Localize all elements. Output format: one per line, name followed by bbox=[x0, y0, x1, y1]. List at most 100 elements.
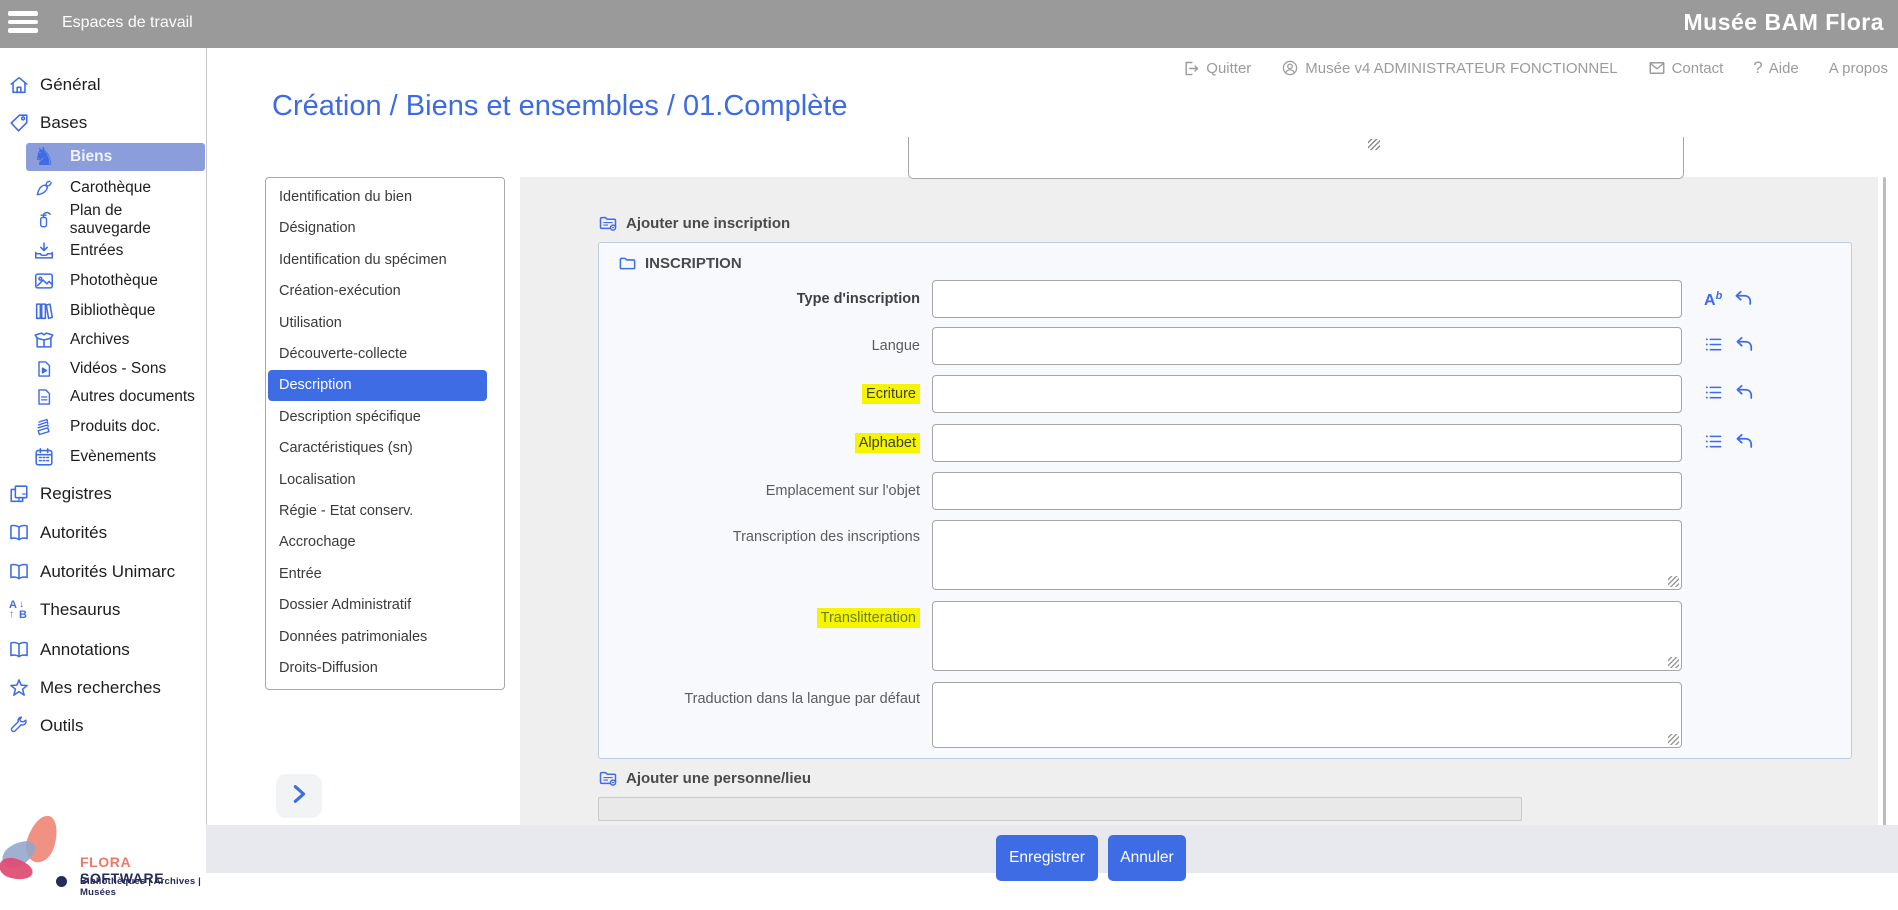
tag-icon bbox=[6, 112, 32, 134]
charcase-icon[interactable]: Ab bbox=[1704, 288, 1722, 309]
textarea-transcription-des-inscriptions[interactable] bbox=[932, 520, 1682, 590]
sidebar-item-label: Thesaurus bbox=[40, 600, 120, 620]
sidebar-item-videos-sons[interactable]: Vidéos - Sons bbox=[0, 355, 206, 383]
sidebar-item-evenements[interactable]: Evènements bbox=[0, 443, 206, 471]
carrot-icon bbox=[32, 178, 56, 198]
section-menu-item-description-specifique[interactable]: Description spécifique bbox=[268, 402, 487, 433]
add-inscription-label: Ajouter une inscription bbox=[626, 215, 790, 232]
textarea-translitteration[interactable] bbox=[932, 601, 1682, 671]
section-menu-item-regie-etat-conserv[interactable]: Régie - Etat conserv. bbox=[268, 496, 487, 527]
section-menu-item-droits-diffusion[interactable]: Droits-Diffusion bbox=[268, 653, 487, 684]
sidebar-item-autres-documents[interactable]: Autres documents bbox=[0, 383, 206, 411]
sidebar-item-label: Registres bbox=[40, 484, 112, 504]
field-label-alphabet: Alphabet bbox=[500, 433, 920, 453]
sidebar-item-archives[interactable]: Archives bbox=[0, 326, 206, 354]
list-icon[interactable] bbox=[1704, 335, 1723, 354]
section-menu-item-description[interactable]: Description bbox=[268, 370, 487, 401]
section-menu-item-dossier-administratif[interactable]: Dossier Administratif bbox=[268, 590, 487, 621]
resize-grip-icon[interactable] bbox=[1668, 576, 1679, 587]
page-title: Création / Biens et ensembles / 01.Compl… bbox=[272, 90, 847, 123]
photo-icon bbox=[32, 270, 56, 292]
section-menu-item-identification-du-bien[interactable]: Identification du bien bbox=[268, 182, 487, 213]
section-menu-item-designation[interactable]: Désignation bbox=[268, 213, 487, 244]
input-alphabet[interactable] bbox=[932, 424, 1682, 462]
textarea-traduction-dans-la-langue-par-defaut[interactable] bbox=[932, 682, 1682, 748]
resize-grip-icon[interactable] bbox=[1368, 139, 1380, 150]
sidebar-item-autorites-unimarc[interactable]: Autorités Unimarc bbox=[0, 558, 206, 586]
header-link-label: Musée v4 ADMINISTRATEUR FONCTIONNEL bbox=[1305, 60, 1617, 77]
sidebar-item-label: Autres documents bbox=[70, 388, 195, 406]
sidebar-item-entrees[interactable]: Entrées bbox=[0, 237, 206, 265]
sidebar-item-biens[interactable]: ♞Biens bbox=[26, 143, 205, 171]
sidebar-item-registres[interactable]: Registres bbox=[0, 480, 206, 508]
vertical-scrollbar[interactable] bbox=[1883, 177, 1886, 826]
sidebar-item-thesaurus[interactable]: A↓↑BThesaurus bbox=[0, 596, 206, 624]
file-video-icon bbox=[32, 359, 56, 379]
sidebar-item-produits-doc[interactable]: Produits doc. bbox=[0, 413, 206, 441]
next-page-button[interactable] bbox=[276, 774, 322, 818]
sidebar-item-bases[interactable]: Bases bbox=[0, 109, 206, 137]
input-ecriture[interactable] bbox=[932, 375, 1682, 413]
section-menu-item-utilisation[interactable]: Utilisation bbox=[268, 308, 487, 339]
clipped-textarea-bottom[interactable] bbox=[908, 137, 1684, 179]
undo-icon[interactable] bbox=[1734, 289, 1753, 308]
box-open-icon bbox=[32, 329, 56, 351]
logout-icon bbox=[1183, 60, 1200, 77]
resize-grip-icon[interactable] bbox=[1668, 734, 1679, 745]
header-link-quitter[interactable]: Quitter bbox=[1183, 60, 1251, 77]
cancel-button[interactable]: Annuler bbox=[1108, 835, 1186, 881]
chevron-right-icon bbox=[288, 783, 310, 810]
folder-plus-icon bbox=[598, 768, 618, 788]
sidebar-item-outils[interactable]: Outils bbox=[0, 712, 206, 740]
section-menu-item-caracteristiques-sn[interactable]: Caractéristiques (sn) bbox=[268, 433, 487, 464]
sidebar-item-plan-de-sauvegarde[interactable]: Plan de sauvegarde bbox=[0, 206, 206, 234]
sidebar-item-label: Plan de sauvegarde bbox=[70, 202, 206, 238]
logo-dot bbox=[56, 876, 67, 887]
undo-icon[interactable] bbox=[1735, 432, 1754, 451]
input-type-d-inscription[interactable] bbox=[932, 280, 1682, 318]
inbox-down-icon bbox=[32, 240, 56, 262]
calendar-icon bbox=[32, 446, 56, 468]
section-menu-item-donnees-patrimoniales[interactable]: Données patrimoniales bbox=[268, 622, 487, 653]
sidebar-item-bibliotheque[interactable]: Bibliothèque bbox=[0, 297, 206, 325]
workspace-label: Espaces de travail bbox=[62, 14, 193, 32]
list-icon[interactable] bbox=[1704, 432, 1723, 451]
undo-icon[interactable] bbox=[1735, 335, 1754, 354]
sidebar-item-mes-recherches[interactable]: Mes recherches bbox=[0, 674, 206, 702]
sidebar-item-phototheque[interactable]: Photothèque bbox=[0, 267, 206, 295]
section-menu-item-creation-execution[interactable]: Création-exécution bbox=[268, 276, 487, 307]
header-link-label: A propos bbox=[1829, 60, 1888, 77]
folder-icon bbox=[618, 254, 637, 273]
section-menu-item-localisation[interactable]: Localisation bbox=[268, 465, 487, 496]
help-icon: ? bbox=[1753, 58, 1762, 78]
section-menu: Identification du bienDésignationIdentif… bbox=[265, 177, 505, 690]
header-link-contact[interactable]: Contact bbox=[1648, 59, 1724, 77]
top-bar: Espaces de travail Musée BAM Flora bbox=[0, 0, 1898, 48]
resize-grip-icon[interactable] bbox=[1668, 657, 1679, 668]
header-link-label: Quitter bbox=[1206, 60, 1251, 77]
sidebar-item-autorites[interactable]: Autorités bbox=[0, 519, 206, 547]
home-icon bbox=[6, 74, 32, 96]
sidebar-item-label: Photothèque bbox=[70, 272, 158, 290]
hamburger-menu-icon[interactable] bbox=[8, 11, 38, 37]
header-link-musee-v4-administrateur-fonctionnel[interactable]: Musée v4 ADMINISTRATEUR FONCTIONNEL bbox=[1281, 59, 1617, 77]
field-action-icons: Ab bbox=[1704, 288, 1753, 309]
section-menu-item-entree[interactable]: Entrée bbox=[268, 559, 487, 590]
section-menu-item-accrochage[interactable]: Accrochage bbox=[268, 527, 487, 558]
list-icon[interactable] bbox=[1704, 383, 1723, 402]
sidebar-item-label: Général bbox=[40, 75, 100, 95]
section-menu-item-identification-du-specimen[interactable]: Identification du spécimen bbox=[268, 245, 487, 276]
input-langue[interactable] bbox=[932, 327, 1682, 365]
copies-icon bbox=[6, 483, 32, 505]
sidebar-item-carotheque[interactable]: Carothèque bbox=[0, 174, 206, 202]
header-link-a-propos[interactable]: A propos bbox=[1829, 60, 1888, 77]
save-button[interactable]: Enregistrer bbox=[996, 835, 1098, 881]
section-menu-item-decouverte-collecte[interactable]: Découverte-collecte bbox=[268, 339, 487, 370]
input-emplacement-sur-l-objet[interactable] bbox=[932, 472, 1682, 510]
sidebar-item-general[interactable]: Général bbox=[0, 71, 206, 99]
sidebar-item-label: Autorités Unimarc bbox=[40, 562, 175, 582]
undo-icon[interactable] bbox=[1735, 383, 1754, 402]
header-link-aide[interactable]: ?Aide bbox=[1753, 58, 1799, 78]
mail-icon bbox=[1648, 59, 1666, 77]
sidebar-item-annotations[interactable]: Annotations bbox=[0, 636, 206, 664]
